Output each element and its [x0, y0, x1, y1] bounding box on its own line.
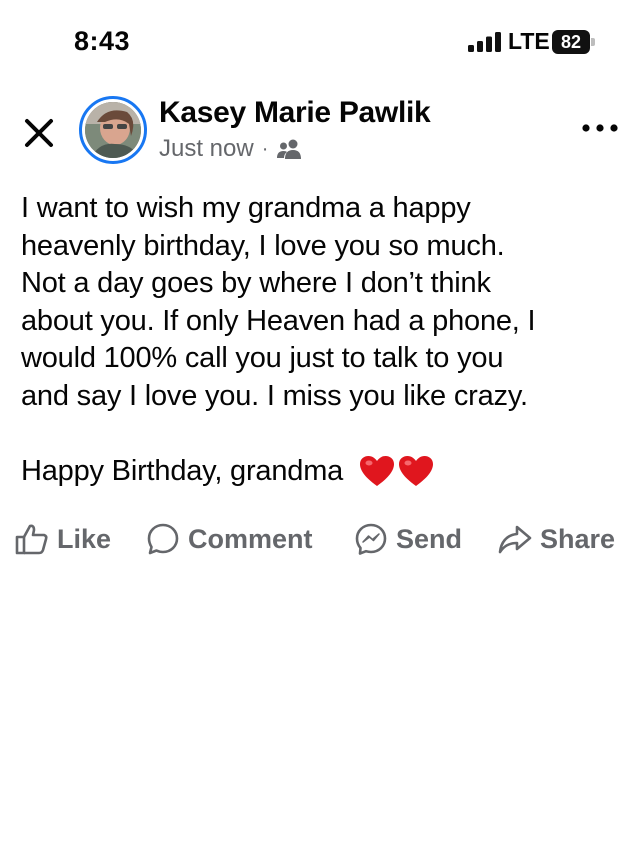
network-label: LTE — [508, 28, 550, 54]
battery-tip — [591, 38, 595, 46]
post-header: Kasey Marie Pawlik Just now · — [0, 90, 640, 170]
post-text-line: about you. If only Heaven had a phone, I — [21, 304, 536, 337]
send-button[interactable]: Send — [354, 516, 462, 562]
status-time: 8:43 — [74, 26, 131, 56]
messenger-icon — [355, 523, 387, 555]
profile-photo-icon — [85, 102, 141, 158]
post-text-line: I want to wish my grandma a happy — [21, 192, 471, 224]
like-label: Like — [57, 523, 112, 554]
thumbs-up-icon — [15, 524, 48, 555]
post-text-line: would 100% call you just to talk to you — [21, 342, 504, 374]
like-button[interactable]: Like — [15, 516, 111, 562]
signal-icon — [468, 32, 501, 52]
status-bar: 8:43 LTE 82 — [0, 0, 640, 86]
friends-icon[interactable] — [276, 138, 304, 160]
closing-line: Happy Birthday, grandma — [21, 453, 621, 491]
avatar[interactable] — [79, 96, 147, 164]
battery-icon: 82 — [552, 30, 596, 54]
author-name[interactable]: Kasey Marie Pawlik — [159, 96, 431, 130]
share-icon — [498, 525, 532, 554]
comment-icon — [147, 523, 179, 555]
post-actions: Like Comment Send Share — [0, 516, 640, 562]
share-label: Share — [540, 523, 616, 554]
comment-label: Comment — [188, 523, 313, 554]
post-text-line: Not a day goes by where I don’t think — [21, 267, 491, 299]
meta-separator: · — [261, 137, 269, 160]
closing-text: Happy Birthday, grandma — [21, 454, 344, 487]
comment-button[interactable]: Comment — [146, 516, 313, 562]
share-button[interactable]: Share — [498, 516, 615, 562]
close-icon[interactable] — [22, 116, 56, 150]
post-text-line: heavenly birthday, I love you so much. — [21, 229, 505, 262]
post-text-line: and say I love you. I miss you like craz… — [21, 379, 528, 412]
battery-level: 82 — [552, 30, 590, 54]
more-options-icon[interactable] — [580, 120, 620, 136]
send-label: Send — [396, 523, 463, 554]
post-text: I want to wish my grandma a happy heaven… — [21, 190, 621, 490]
avatar-photo — [85, 102, 141, 158]
heart-emoji-icon — [359, 455, 433, 486]
post-meta: Just now · — [159, 135, 304, 163]
post-timestamp[interactable]: Just now — [159, 135, 254, 163]
